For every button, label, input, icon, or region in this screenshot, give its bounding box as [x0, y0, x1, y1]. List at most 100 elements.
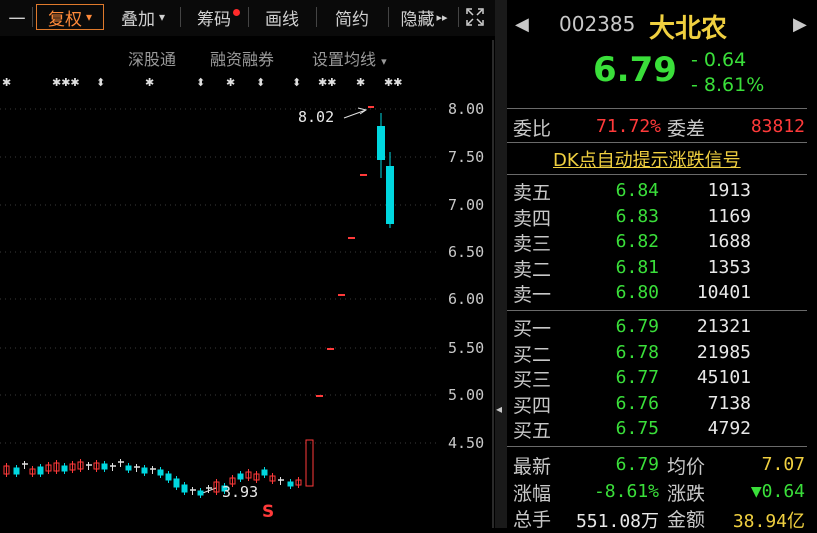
- sell-level-label: 卖四: [513, 207, 552, 230]
- divider-line: [507, 446, 807, 447]
- buy-level-volume: 45101: [696, 367, 751, 388]
- period-button[interactable]: 一: [4, 4, 30, 30]
- toolbar-separator: [316, 7, 317, 27]
- toolbar-separator: [248, 7, 249, 27]
- buy-level-volume: 21985: [696, 341, 751, 363]
- min-price-label: 3.93: [222, 483, 259, 501]
- avg-value: 7.07: [761, 454, 805, 475]
- candle-body: [287, 481, 294, 487]
- buy-level-label: 买三: [513, 369, 552, 391]
- sell-level-price: 6.84: [615, 180, 659, 201]
- candle-body: [101, 463, 108, 470]
- sell-level-label: 卖五: [513, 182, 552, 204]
- buy-level-price: 6.75: [615, 418, 659, 439]
- sell-level-label: 卖二: [513, 258, 552, 281]
- event-marker: ✱: [145, 76, 154, 89]
- fullscreen-icon[interactable]: [462, 4, 488, 30]
- buy-level-label: 买五: [513, 420, 552, 442]
- candle-body: [237, 473, 244, 480]
- stock-code: 002385: [559, 12, 636, 36]
- sell-level-volume: 1913: [707, 180, 751, 201]
- prev-stock-icon[interactable]: ◀: [515, 14, 529, 35]
- candle-body: [197, 490, 204, 496]
- change-label: 涨跌: [667, 483, 706, 505]
- candle-body: [141, 467, 148, 474]
- candle-body: [61, 465, 68, 472]
- candle-body: [261, 469, 268, 476]
- chouma-label: 筹码: [197, 9, 231, 30]
- divider-line: [507, 142, 807, 143]
- huaxian-button[interactable]: 画线: [254, 4, 310, 30]
- max-price-label: 8.02: [298, 108, 335, 126]
- chart-toolbar: 一 复权 ▾ 叠加 ▾ 筹码 画线 简约 隐藏 ▸▸: [0, 0, 495, 36]
- weicha-label: 委差: [667, 118, 706, 140]
- panel-divider[interactable]: ◂: [495, 0, 507, 528]
- event-marker: ⬍: [256, 76, 265, 89]
- sell-level-price: 6.83: [615, 205, 659, 227]
- event-marker: ✱: [226, 76, 235, 89]
- buy-level-price: 6.77: [615, 367, 659, 388]
- avg-label: 均价: [667, 456, 706, 478]
- change-pct-value: -8.61%: [593, 481, 659, 502]
- y-axis-label: 6.50: [448, 243, 485, 261]
- y-axis-label: 5.50: [448, 339, 485, 357]
- hide-button[interactable]: 隐藏 ▸▸: [392, 4, 456, 30]
- sell-signal-marker: S: [262, 502, 275, 522]
- stock-name: 大北农: [649, 14, 728, 44]
- buy-level-volume: 4792: [707, 418, 751, 439]
- diejia-label: 叠加: [120, 9, 155, 30]
- toolbar-separator: [458, 7, 459, 27]
- event-marker: ⬍: [292, 76, 301, 89]
- candle-body: [173, 478, 180, 488]
- volume-value: 551.08万: [575, 511, 659, 532]
- sell-level-label: 卖一: [513, 284, 552, 306]
- collapse-arrow-icon[interactable]: ◂: [496, 402, 502, 416]
- candle-body: [165, 473, 172, 481]
- price-change-pct: - 8.61%: [691, 74, 765, 96]
- kline-chart[interactable]: ✱ ✱✱✱ ⬍ ✱ ⬍ ✱ ⬍ ⬍ ✱✱ ✱ ✱✱: [0, 40, 495, 528]
- sell-level-volume: 1353: [707, 256, 751, 278]
- fuquan-button[interactable]: 复权 ▾: [36, 4, 104, 30]
- event-marker: ✱✱✱: [52, 76, 80, 89]
- buy-level-volume: 7138: [707, 392, 751, 414]
- event-marker: ✱: [356, 76, 365, 89]
- event-marker: ✱: [2, 76, 11, 89]
- y-axis-label: 7.00: [448, 196, 485, 214]
- notification-dot-icon: [233, 9, 240, 16]
- buy-level-label: 买二: [513, 343, 552, 366]
- diejia-button[interactable]: 叠加 ▾: [110, 4, 176, 30]
- dk-signal-link[interactable]: DK点自动提示涨跌信号: [553, 146, 741, 172]
- event-marker: ⬍: [96, 76, 105, 89]
- weibi-value: 71.72%: [595, 116, 661, 137]
- buy-level-price: 6.76: [615, 392, 659, 414]
- sell-level-volume: 10401: [696, 282, 751, 303]
- event-marker: ✱✱: [318, 76, 336, 89]
- change-value: ▼0.64: [750, 481, 805, 502]
- chouma-button[interactable]: 筹码: [186, 4, 242, 30]
- sell-level-price: 6.81: [615, 256, 659, 278]
- y-axis-label: 6.00: [448, 290, 485, 308]
- fuquan-label: 复权: [47, 9, 82, 30]
- sell-level-price: 6.80: [615, 282, 659, 303]
- jianyue-button[interactable]: 简约: [322, 4, 382, 30]
- latest-label: 最新: [513, 456, 552, 478]
- candle-body: [125, 465, 132, 471]
- divider-line: [507, 108, 807, 109]
- divider-line: [507, 310, 807, 311]
- current-price: 6.79: [593, 50, 677, 90]
- hide-label: 隐藏: [400, 9, 435, 30]
- weicha-value: 83812: [750, 116, 805, 137]
- amount-value: 38.94亿: [732, 511, 805, 532]
- change-pct-label: 涨幅: [513, 483, 552, 505]
- buy-level-price: 6.78: [615, 341, 659, 363]
- sell-level-label: 卖三: [513, 233, 552, 255]
- toolbar-separator: [388, 7, 389, 27]
- next-stock-icon[interactable]: ▶: [793, 14, 807, 35]
- price-change: - 0.64: [691, 49, 747, 71]
- event-marker: ✱✱: [384, 76, 402, 89]
- y-axis-label: 8.00: [448, 100, 485, 118]
- sell-level-price: 6.82: [615, 231, 659, 252]
- candle-body: [13, 467, 20, 475]
- y-axis-label: 5.00: [448, 386, 485, 404]
- divider-line: [507, 174, 807, 175]
